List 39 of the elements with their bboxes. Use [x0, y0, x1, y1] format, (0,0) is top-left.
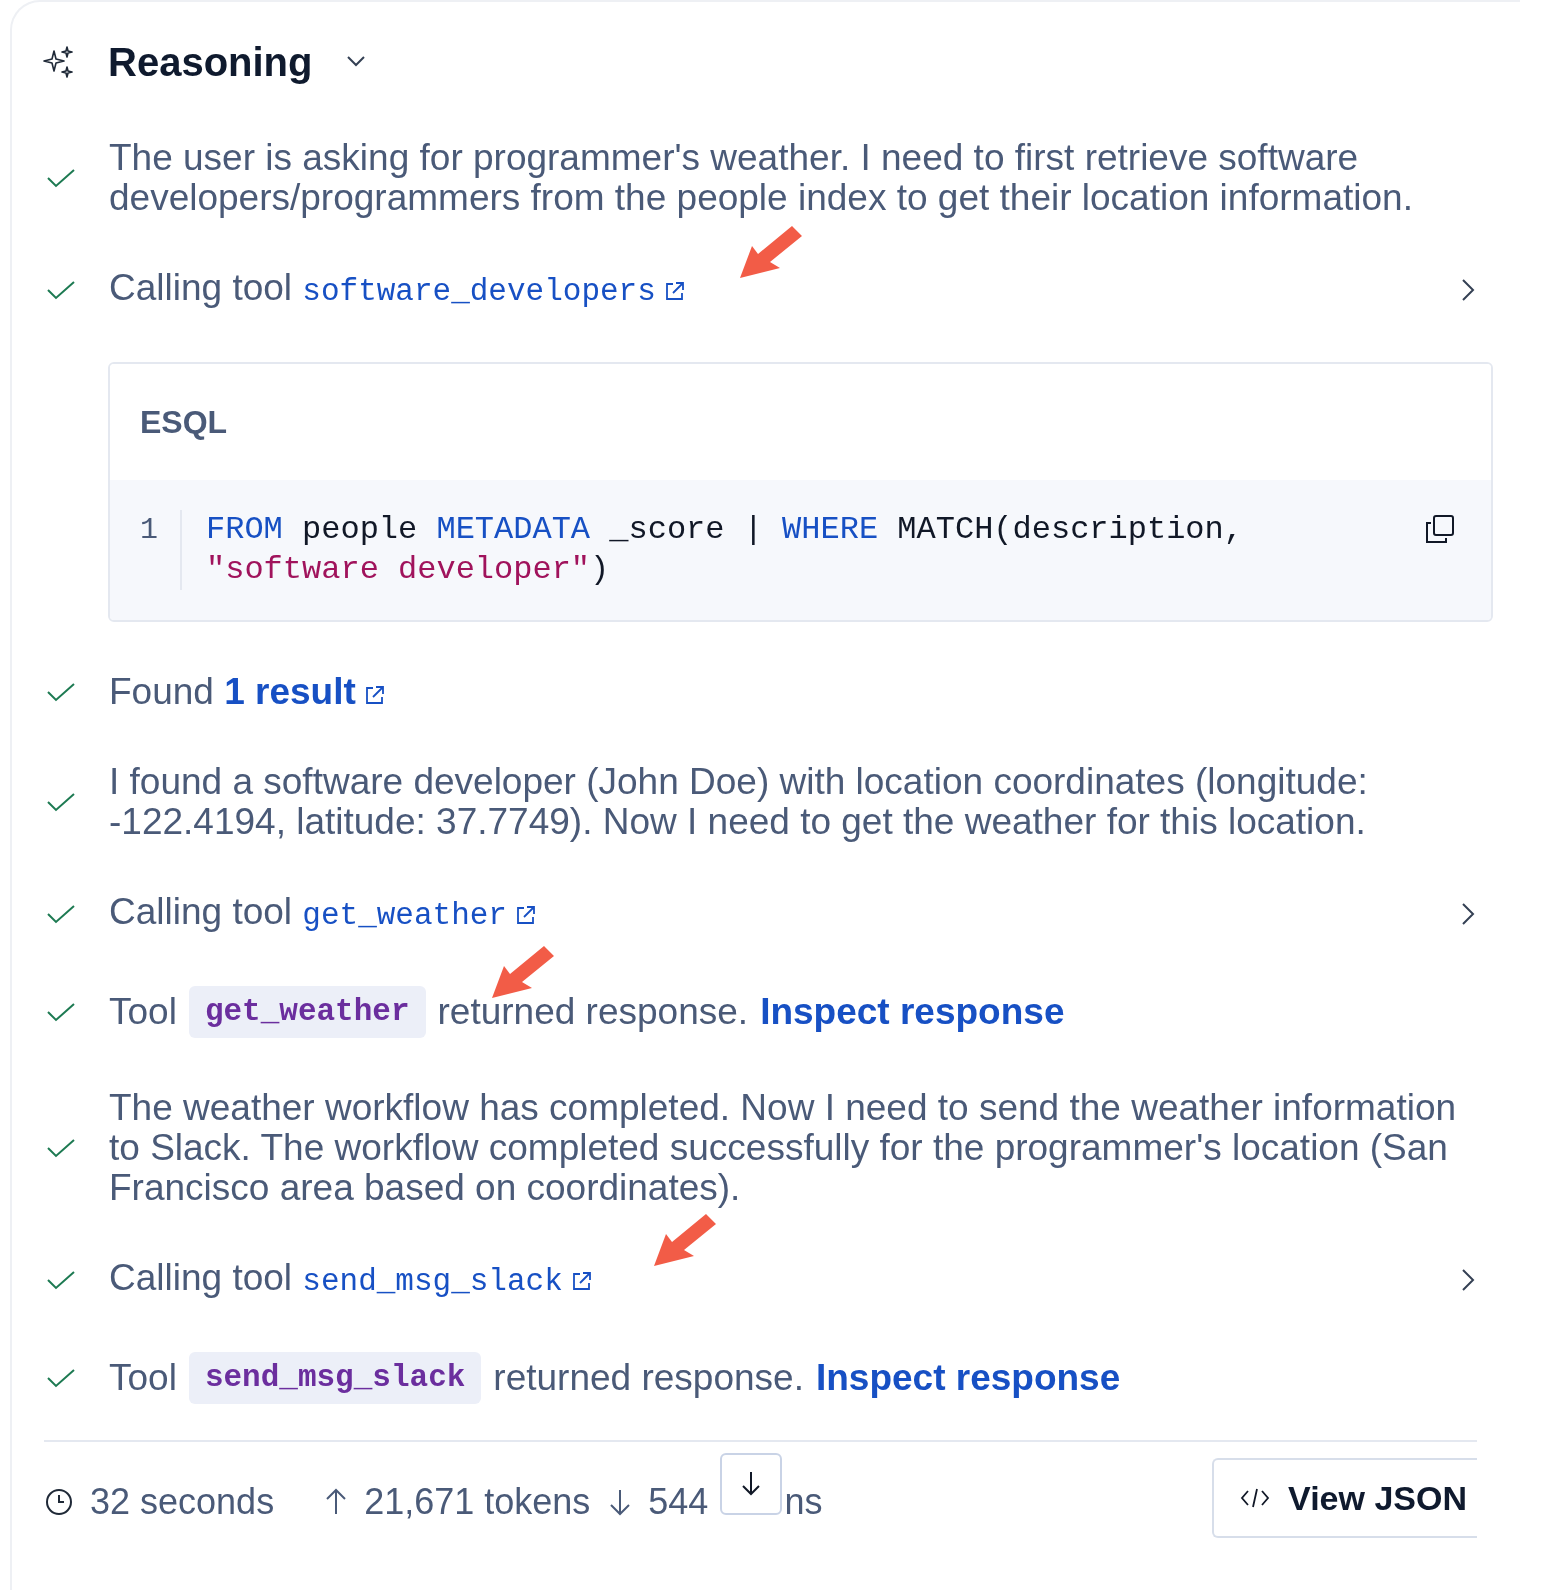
line-number: 1	[140, 512, 159, 549]
external-link-icon	[363, 684, 386, 706]
duration-text: 32 seconds	[90, 1480, 275, 1524]
step-label: Calling tool	[109, 1257, 293, 1298]
tool-link[interactable]: get_weather	[302, 898, 507, 933]
down-arrow-icon	[740, 1470, 763, 1498]
reasoning-text: I found a software developer (John Doe) with location coordinates (longitude: -122.4194, latitude: 37.7749). Now I need to get the weather for this location.	[109, 762, 1369, 842]
step-label: Calling tool	[109, 891, 293, 932]
step-label: Tool	[109, 992, 177, 1032]
inspect-response-link[interactable]: Inspect response	[815, 1358, 1121, 1398]
input-tokens-text: 21,671 tokens	[364, 1480, 591, 1524]
external-link-icon	[515, 904, 537, 926]
code-line: FROM people METADATA _score | WHERE MATCH(description, "software developer")	[206, 511, 1244, 588]
external-link-icon	[570, 1270, 593, 1292]
sparkles-icon	[42, 45, 76, 79]
section-title: Reasoning	[108, 39, 313, 86]
code-language-label: ESQL	[140, 404, 228, 440]
step-label: returned response.	[437, 992, 749, 1032]
clock-icon	[44, 1487, 74, 1517]
step-label: Tool	[109, 1358, 177, 1398]
view-json-button[interactable]: View JSON	[1212, 1458, 1477, 1538]
reasoning-text: The user is asking for programmer's weather. I need to first retrieve software developers/programmers from the people index to get their location information.	[109, 138, 1414, 218]
tool-name-tag: get_weather	[188, 986, 426, 1038]
result-link[interactable]: 1 result	[224, 671, 356, 712]
external-link-icon	[663, 280, 686, 302]
copy-icon[interactable]	[1425, 514, 1455, 544]
tool-link[interactable]: software_developers	[302, 274, 656, 309]
tool-name-tag: send_msg_slack	[188, 1352, 482, 1404]
step-label: Calling tool	[109, 267, 293, 308]
step-label: returned response.	[493, 1358, 804, 1398]
output-tokens-text: ns	[784, 1480, 823, 1524]
scroll-down-button[interactable]	[720, 1453, 783, 1515]
inspect-response-link[interactable]: Inspect response	[760, 992, 1065, 1032]
code-icon	[1240, 1486, 1271, 1510]
down-arrow-icon	[608, 1487, 633, 1517]
output-tokens-text: 544	[648, 1480, 709, 1524]
reasoning-text: The weather workflow has completed. Now I need to send the weather information to Slack. The workflow completed successfully for the programmer's location (San Francisco area based on coordinates).	[109, 1088, 1458, 1208]
step-label: Found	[109, 671, 214, 712]
tool-link[interactable]: send_msg_slack	[302, 1264, 563, 1299]
